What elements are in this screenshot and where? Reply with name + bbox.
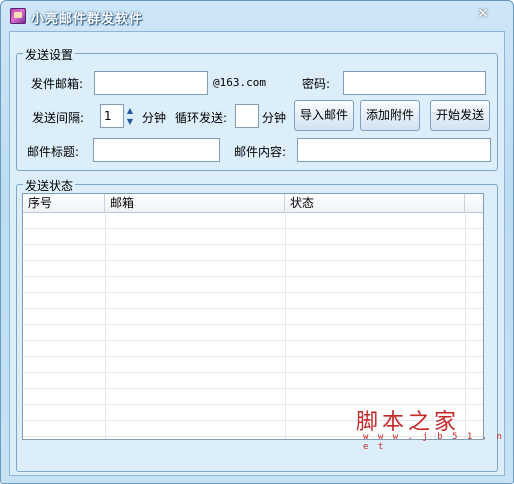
interval-unit: 分钟 — [142, 111, 167, 125]
column-header-filler — [465, 194, 483, 212]
spin-down-icon[interactable]: ▼ — [124, 116, 136, 127]
loop-unit: 分钟 — [262, 111, 287, 125]
app-icon — [10, 8, 26, 24]
close-button[interactable]: ✕ — [463, 5, 503, 23]
table-row-line — [23, 388, 483, 389]
sender-email-label: 发件邮箱: — [31, 77, 84, 91]
loop-label: 循环发送: — [175, 111, 228, 125]
table-row-line — [23, 324, 483, 325]
column-header-status[interactable]: 状态 — [285, 194, 465, 212]
table-row-line — [23, 356, 483, 357]
column-header-email[interactable]: 邮箱 — [105, 194, 285, 212]
table-row-line — [23, 244, 483, 245]
column-header-index[interactable]: 序号 — [23, 194, 105, 212]
watermark-url: w w w . j b 5 1 . n e t — [363, 432, 504, 452]
loop-input[interactable] — [235, 104, 259, 128]
import-emails-button[interactable]: 导入邮件 — [294, 100, 354, 131]
table-row-line — [23, 372, 483, 373]
subject-input[interactable] — [93, 138, 220, 162]
status-list[interactable]: 序号 邮箱 状态 — [22, 193, 484, 440]
list-header: 序号 邮箱 状态 — [23, 194, 483, 213]
content-label: 邮件内容: — [234, 145, 287, 159]
table-row-line — [23, 292, 483, 293]
window-title: 小亮邮件群发软件 — [31, 12, 144, 27]
password-label: 密码: — [302, 77, 331, 91]
title-bar[interactable]: 小亮邮件群发软件 ✕ — [1, 1, 513, 31]
send-status-title: 发送状态 — [23, 177, 76, 194]
interval-spinner[interactable]: ▲ ▼ — [124, 105, 136, 127]
password-input[interactable] — [343, 71, 486, 95]
interval-input[interactable]: 1 — [100, 104, 124, 128]
table-row-line — [23, 228, 483, 229]
app-window: 小亮邮件群发软件 ✕ 发送设置 发件邮箱: @163.com 密码: 发送间隔:… — [0, 0, 514, 484]
content-input[interactable] — [297, 138, 491, 162]
table-row-line — [23, 276, 483, 277]
domain-suffix: @163.com — [213, 76, 266, 89]
add-attachment-button[interactable]: 添加附件 — [360, 100, 420, 131]
spin-up-icon[interactable]: ▲ — [124, 105, 136, 116]
table-row-line — [23, 340, 483, 341]
table-row-line — [23, 260, 483, 261]
send-settings-title: 发送设置 — [23, 46, 76, 63]
table-row-line — [23, 308, 483, 309]
subject-label: 邮件标题: — [27, 145, 80, 159]
sender-email-input[interactable] — [94, 71, 208, 95]
start-send-button[interactable]: 开始发送 — [430, 100, 490, 131]
interval-label: 发送间隔: — [32, 111, 85, 125]
